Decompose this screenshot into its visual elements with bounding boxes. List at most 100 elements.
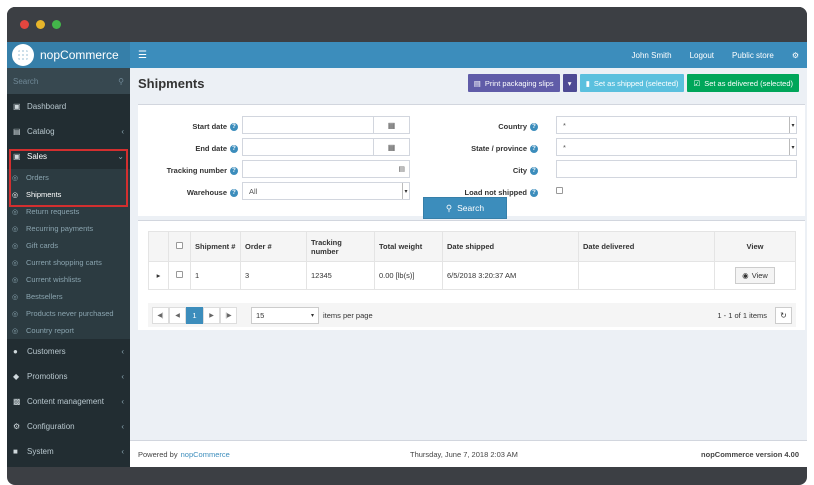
shipments-grid-panel: Shipment # Order # Tracking number Total… bbox=[138, 220, 805, 330]
help-icon[interactable]: ? bbox=[230, 189, 238, 198]
calendar-icon[interactable]: ▦ bbox=[373, 139, 409, 155]
chevron-left-icon: ‹ bbox=[121, 127, 124, 136]
expand-row-icon[interactable]: ▸ bbox=[148, 261, 169, 290]
help-icon[interactable]: ? bbox=[230, 123, 238, 132]
sidebar-item-shipments[interactable]: ◎ Shipments bbox=[7, 186, 130, 203]
tracking-number-label: Tracking number? bbox=[148, 166, 238, 176]
print-packaging-slips-button[interactable]: ▤ Print packaging slips bbox=[467, 74, 560, 92]
state-select[interactable]: * ▾ bbox=[556, 138, 797, 156]
nopcommerce-link[interactable]: nopCommerce bbox=[181, 450, 230, 459]
public-store-link[interactable]: Public store bbox=[732, 51, 774, 60]
calendar-icon[interactable]: ▦ bbox=[373, 117, 409, 133]
circle-icon: ◎ bbox=[12, 276, 19, 284]
start-date-input[interactable]: ▦ bbox=[242, 116, 410, 134]
print-options-dropdown[interactable]: ▾ bbox=[562, 74, 577, 92]
sidebar-item-recurring-payments[interactable]: ◎ Recurring payments bbox=[7, 220, 130, 237]
truck-icon: ▮ bbox=[585, 78, 590, 88]
cell-tracking: 12345 bbox=[306, 261, 375, 290]
sidebar-item-system[interactable]: ■ System ‹ bbox=[7, 439, 130, 464]
help-icon[interactable]: ? bbox=[530, 167, 538, 176]
col-order[interactable]: Order # bbox=[240, 231, 307, 262]
page-title: Shipments bbox=[138, 75, 205, 91]
circle-icon: ◎ bbox=[12, 208, 19, 216]
sidebar-item-orders[interactable]: ◎ Orders bbox=[7, 169, 130, 186]
help-icon[interactable]: ? bbox=[530, 189, 538, 198]
col-date-shipped[interactable]: Date shipped bbox=[442, 231, 579, 262]
set-as-shipped-button[interactable]: ▮ Set as shipped (selected) bbox=[579, 74, 685, 92]
first-page-icon[interactable]: ◀| bbox=[152, 306, 169, 324]
brand-name: nopCommerce bbox=[40, 48, 119, 62]
user-icon: ● bbox=[13, 347, 18, 356]
user-name-link[interactable]: John Smith bbox=[632, 51, 672, 60]
version-text: nopCommerce version 4.00 bbox=[701, 449, 799, 459]
search-button[interactable]: ⚲ Search bbox=[423, 197, 507, 219]
refresh-icon[interactable]: ↻ bbox=[775, 306, 792, 324]
cell-date-delivered bbox=[578, 261, 715, 290]
sidebar-item-label: Customers bbox=[27, 347, 66, 356]
help-icon[interactable]: ? bbox=[230, 145, 238, 154]
gears-icon: ⚙ bbox=[13, 422, 21, 431]
sidebar-item-country-report[interactable]: ◎ Country report bbox=[7, 322, 130, 339]
sidebar-item-bestsellers[interactable]: ◎ Bestsellers bbox=[7, 288, 130, 305]
gears-icon[interactable]: ⚙ bbox=[792, 51, 799, 60]
sidebar-search[interactable]: Search ⚲ bbox=[7, 68, 130, 94]
row-checkbox[interactable] bbox=[176, 271, 183, 278]
col-date-delivered[interactable]: Date delivered bbox=[578, 231, 715, 262]
caret-down-icon: ▾ bbox=[567, 78, 572, 88]
maximize-window-button[interactable] bbox=[52, 20, 61, 29]
country-select[interactable]: * ▾ bbox=[556, 116, 797, 134]
city-input[interactable] bbox=[556, 160, 797, 178]
country-label: Country? bbox=[438, 122, 538, 132]
minimize-window-button[interactable] bbox=[36, 20, 45, 29]
sidebar-item-label: Shipments bbox=[26, 190, 62, 199]
content-header: Shipments ▤ Print packaging slips ▾ ▮ Se… bbox=[130, 68, 807, 98]
warehouse-select[interactable]: All ▾ bbox=[242, 182, 410, 200]
sidebar-item-customers[interactable]: ● Customers ‹ bbox=[7, 339, 130, 364]
sidebar-item-content-management[interactable]: ▩ Content management ‹ bbox=[7, 389, 130, 414]
footer: Powered by nopCommerce Thursday, June 7,… bbox=[130, 440, 807, 467]
load-not-shipped-checkbox[interactable] bbox=[556, 187, 563, 194]
last-page-icon[interactable]: |▶ bbox=[220, 306, 237, 324]
col-shipment[interactable]: Shipment # bbox=[190, 231, 241, 262]
sidebar-item-shopping-carts[interactable]: ◎ Current shopping carts bbox=[7, 254, 130, 271]
select-all-checkbox[interactable] bbox=[176, 242, 183, 249]
sidebar-item-label: Current shopping carts bbox=[26, 258, 102, 267]
page-number-button[interactable]: 1 bbox=[186, 306, 203, 324]
powered-by-text: Powered by bbox=[138, 449, 178, 459]
sidebar-item-sales[interactable]: ▣ Sales ⌄ bbox=[7, 144, 130, 169]
sidebar-item-label: Promotions bbox=[27, 372, 68, 381]
tracking-number-input[interactable]: ▤ bbox=[242, 160, 410, 178]
next-page-icon[interactable]: ▶ bbox=[203, 306, 220, 324]
help-icon[interactable]: ? bbox=[230, 167, 238, 176]
sidebar-item-label: Recurring payments bbox=[26, 224, 94, 233]
help-icon[interactable]: ? bbox=[530, 145, 538, 154]
logo[interactable]: nopCommerce bbox=[7, 42, 130, 68]
sidebar-item-return-requests[interactable]: ◎ Return requests bbox=[7, 203, 130, 220]
sidebar-item-dashboard[interactable]: ▣ Dashboard bbox=[7, 94, 130, 119]
help-icon[interactable]: ? bbox=[530, 123, 538, 132]
end-date-input[interactable]: ▦ bbox=[242, 138, 410, 156]
set-as-delivered-button[interactable]: ☑ Set as delivered (selected) bbox=[687, 74, 799, 92]
view-button[interactable]: ◉ View bbox=[735, 267, 775, 284]
sidebar-item-label: Return requests bbox=[26, 207, 80, 216]
logout-link[interactable]: Logout bbox=[690, 51, 714, 60]
country-value: * bbox=[563, 120, 566, 130]
col-tracking[interactable]: Tracking number bbox=[306, 231, 375, 262]
sidebar-item-gift-cards[interactable]: ◎ Gift cards bbox=[7, 237, 130, 254]
sidebar-item-configuration[interactable]: ⚙ Configuration ‹ bbox=[7, 414, 130, 439]
col-weight[interactable]: Total weight bbox=[374, 231, 443, 262]
button-label: Set as delivered (selected) bbox=[704, 78, 793, 88]
sidebar-item-label: Content management bbox=[27, 397, 104, 406]
page-size-select[interactable]: 15 ▾ bbox=[251, 306, 319, 324]
menu-toggle-icon[interactable]: ☰ bbox=[138, 50, 147, 61]
sidebar-item-catalog[interactable]: ▤ Catalog ‹ bbox=[7, 119, 130, 144]
table-row: ▸ 1 3 12345 0.00 [lb(s)] 6/5/2018 3:20:3… bbox=[148, 261, 796, 290]
sidebar-item-never-purchased[interactable]: ◎ Products never purchased bbox=[7, 305, 130, 322]
close-window-button[interactable] bbox=[20, 20, 29, 29]
sidebar-item-promotions[interactable]: ◆ Promotions ‹ bbox=[7, 364, 130, 389]
sidebar-search-input[interactable]: Search bbox=[13, 77, 38, 86]
search-icon[interactable]: ⚲ bbox=[118, 77, 124, 86]
prev-page-icon[interactable]: ◀ bbox=[169, 306, 186, 324]
sidebar-item-wishlists[interactable]: ◎ Current wishlists bbox=[7, 271, 130, 288]
chevron-down-icon: ⌄ bbox=[117, 152, 124, 161]
